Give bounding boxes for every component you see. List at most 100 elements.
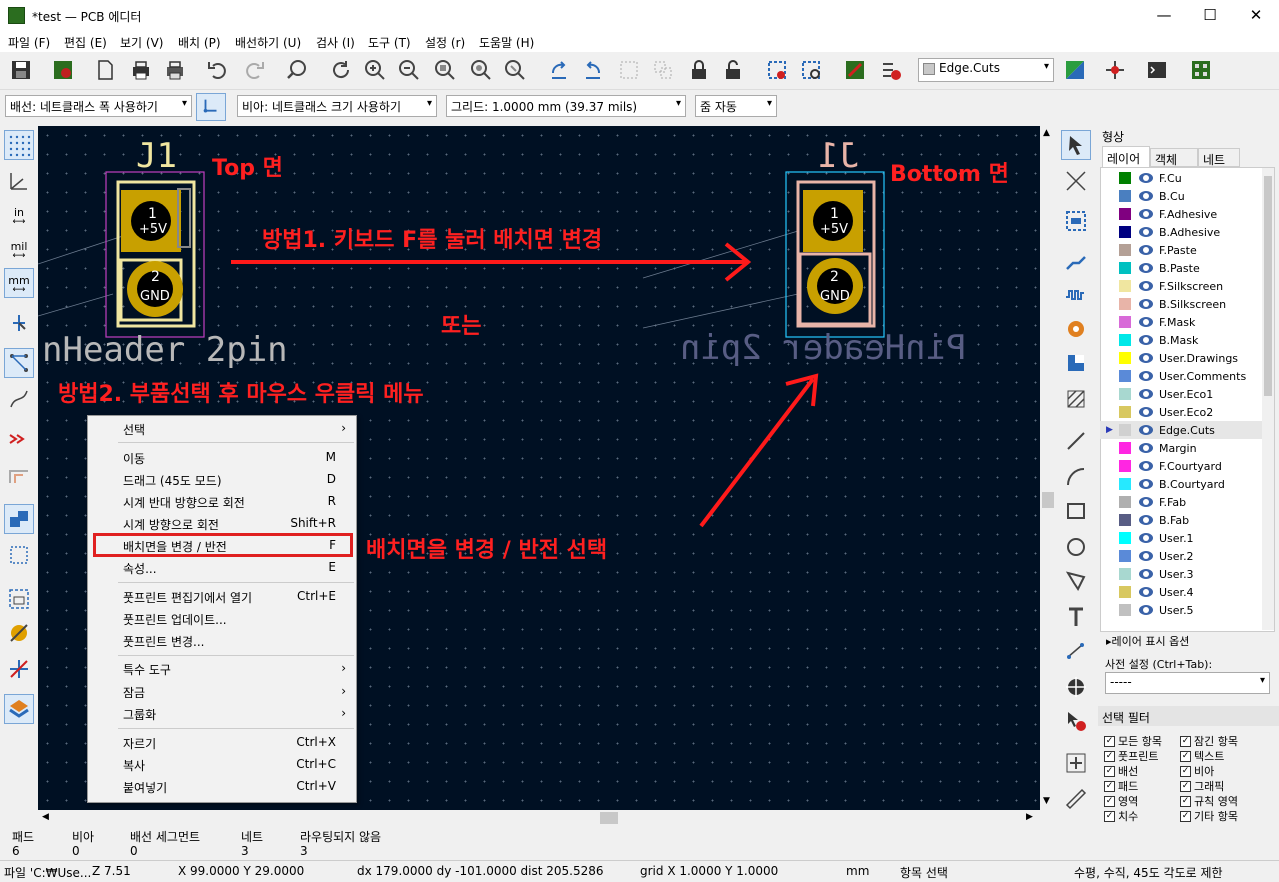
layer-color-swatch[interactable]	[1119, 208, 1131, 220]
net-inspector-icon[interactable]	[1100, 55, 1130, 85]
grid-toggle-icon[interactable]	[4, 130, 34, 160]
ctx-copy[interactable]: 복사	[123, 757, 145, 774]
filter-checkbox[interactable]: ✓ 치수	[1104, 808, 1138, 824]
group-icon[interactable]	[614, 55, 644, 85]
eye-icon[interactable]	[1139, 461, 1153, 471]
horizontal-scroll-thumb[interactable]	[600, 812, 618, 824]
menu-inspect[interactable]: 검사 (I)	[316, 34, 355, 51]
layer-color-swatch[interactable]	[1119, 244, 1131, 256]
page-settings-icon[interactable]	[90, 55, 120, 85]
high-contrast-icon[interactable]	[4, 694, 34, 724]
layer-color-swatch[interactable]	[1119, 604, 1131, 616]
ctx-update-footprint[interactable]: 풋프린트 업데이트...	[123, 611, 227, 628]
curved-ratsnest-icon[interactable]	[4, 384, 34, 414]
plot-icon[interactable]	[160, 55, 190, 85]
rotate-ccw-icon[interactable]	[544, 55, 574, 85]
layer-row[interactable]: User.Drawings	[1100, 349, 1270, 367]
draw-polygon-icon[interactable]	[1061, 566, 1091, 596]
checkbox-checked-icon[interactable]: ✓	[1104, 795, 1115, 807]
layer-row[interactable]: F.Cu	[1100, 169, 1270, 187]
menu-route[interactable]: 배선하기 (U)	[235, 34, 301, 51]
layer-row[interactable]: Margin	[1100, 439, 1270, 457]
layer-row[interactable]: User.Eco1	[1100, 385, 1270, 403]
cursor-crosshair-icon[interactable]	[4, 308, 34, 338]
layer-color-swatch[interactable]	[1119, 262, 1131, 274]
eye-icon[interactable]	[1139, 443, 1153, 453]
layer-row[interactable]: B.Mask	[1100, 331, 1270, 349]
filled-zone-icon[interactable]	[4, 504, 34, 534]
drc-icon[interactable]	[876, 55, 906, 85]
tab-layers[interactable]: 레이어	[1102, 146, 1150, 167]
filter-checkbox[interactable]: ✓ 그래픽	[1180, 778, 1224, 794]
layer-row[interactable]: ▶ Edge.Cuts	[1100, 421, 1270, 439]
eye-icon[interactable]	[1139, 263, 1153, 273]
eye-icon[interactable]	[1139, 425, 1153, 435]
checkbox-checked-icon[interactable]: ✓	[1180, 735, 1191, 747]
filter-checkbox[interactable]: ✓ 비아	[1180, 763, 1214, 779]
plugin-icon[interactable]	[1186, 55, 1216, 85]
zoom-out-icon[interactable]	[394, 55, 424, 85]
scripting-icon[interactable]	[840, 55, 870, 85]
unlock-icon[interactable]	[718, 55, 748, 85]
tab-nets[interactable]: 네트	[1198, 148, 1240, 167]
checkbox-checked-icon[interactable]: ✓	[1104, 750, 1115, 762]
via-outline-icon[interactable]	[4, 618, 34, 648]
add-via-icon[interactable]	[1061, 314, 1091, 344]
layer-row[interactable]: B.Courtyard	[1100, 475, 1270, 493]
checkbox-checked-icon[interactable]: ✓	[1104, 735, 1115, 747]
layer-color-swatch[interactable]	[1119, 334, 1131, 346]
scroll-left-icon[interactable]: ◀	[42, 812, 49, 822]
units-mil-button[interactable]: mil ⟷	[4, 234, 34, 264]
layer-color-swatch[interactable]	[1119, 406, 1131, 418]
filter-checkbox[interactable]: ✓ 배선	[1104, 763, 1138, 779]
layer-color-swatch[interactable]	[1119, 514, 1131, 526]
show-footprints-icon[interactable]	[796, 55, 826, 85]
layer-color-swatch[interactable]	[1119, 370, 1131, 382]
checkbox-checked-icon[interactable]: ✓	[1180, 780, 1191, 792]
layer-row[interactable]: User.3	[1100, 565, 1270, 583]
layer-row[interactable]: F.Adhesive	[1100, 205, 1270, 223]
eye-icon[interactable]	[1139, 191, 1153, 201]
scroll-up-icon[interactable]: ▲	[1043, 128, 1050, 138]
track-outline-icon[interactable]	[4, 654, 34, 684]
ungroup-icon[interactable]	[648, 55, 678, 85]
eye-icon[interactable]	[1139, 353, 1153, 363]
menu-place[interactable]: 배치 (P)	[178, 34, 221, 51]
layer-color-swatch[interactable]	[1119, 226, 1131, 238]
layer-color-swatch[interactable]	[1119, 316, 1131, 328]
layer-color-swatch[interactable]	[1119, 172, 1131, 184]
select-arrow-icon[interactable]	[1061, 130, 1091, 160]
layer-row[interactable]: F.Mask	[1100, 313, 1270, 331]
layer-color-swatch[interactable]	[1119, 388, 1131, 400]
grid-origin-icon[interactable]	[1061, 748, 1091, 778]
filter-checkbox[interactable]: ✓ 모든 항목	[1104, 733, 1162, 749]
board-setup-icon[interactable]	[48, 55, 78, 85]
layer-color-swatch[interactable]	[1119, 532, 1131, 544]
layer-select[interactable]: Edge.Cuts ▾	[918, 58, 1054, 82]
ratsnest-icon[interactable]	[4, 348, 34, 378]
filter-checkbox[interactable]: ✓ 텍스트	[1180, 748, 1224, 764]
eye-icon[interactable]	[1139, 533, 1153, 543]
ctx-drag[interactable]: 드래그 (45도 모드)	[123, 472, 222, 489]
ctx-flip[interactable]: 배치면을 변경 / 반전	[123, 538, 227, 555]
close-button[interactable]: ✕	[1233, 0, 1279, 30]
ctx-rotate-cw[interactable]: 시계 방향으로 회전	[123, 516, 219, 533]
eye-icon[interactable]	[1139, 371, 1153, 381]
layer-color-swatch[interactable]	[1119, 298, 1131, 310]
ctx-lock[interactable]: 잠금	[123, 684, 145, 701]
zoom-in-icon[interactable]	[360, 55, 390, 85]
layer-row[interactable]: B.Cu	[1100, 187, 1270, 205]
add-footprint-icon[interactable]	[1061, 206, 1091, 236]
ctx-properties[interactable]: 속성...	[123, 560, 157, 577]
layer-color-swatch[interactable]	[1119, 568, 1131, 580]
zoom-fit-icon[interactable]	[430, 55, 460, 85]
layer-color-swatch[interactable]	[1119, 424, 1131, 436]
save-icon[interactable]	[6, 55, 36, 85]
eye-icon[interactable]	[1139, 479, 1153, 489]
layer-row[interactable]: F.Courtyard	[1100, 457, 1270, 475]
units-inch-button[interactable]: in ⟷	[4, 200, 34, 230]
eye-icon[interactable]	[1139, 515, 1153, 525]
layer-color-swatch[interactable]	[1119, 442, 1131, 454]
filter-checkbox[interactable]: ✓ 기타 항목	[1180, 808, 1238, 824]
layer-pair-icon[interactable]	[1060, 55, 1090, 85]
